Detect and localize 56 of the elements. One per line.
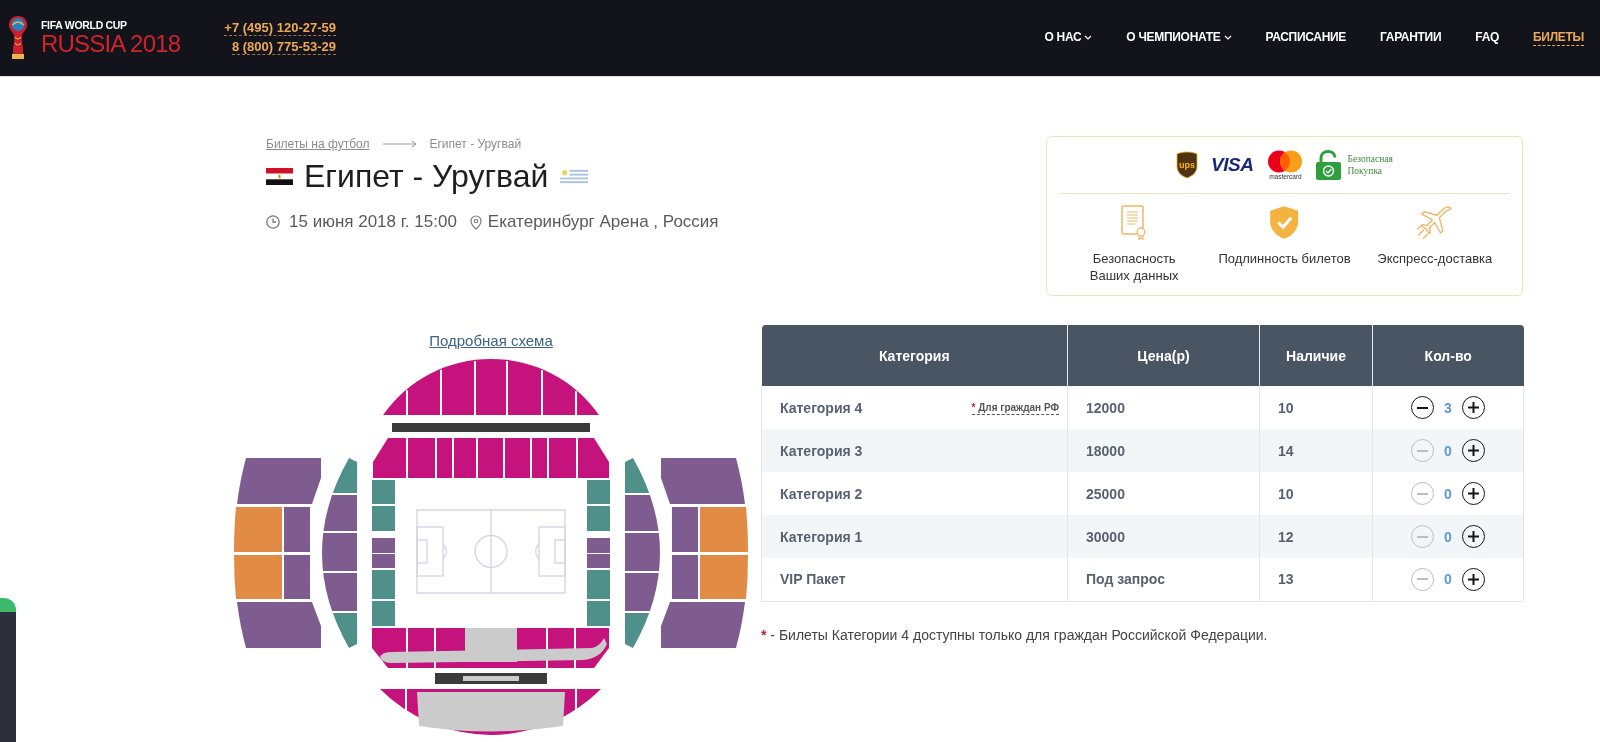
plus-icon — [1468, 488, 1479, 499]
nav-link[interactable]: FAQ — [1475, 30, 1500, 46]
minus-icon — [1417, 406, 1428, 409]
visa-logo: VISA — [1211, 154, 1254, 176]
nav-link[interactable]: РАСПИСАНИЕ — [1265, 30, 1347, 46]
footnote-text: * - Билеты Категории 4 доступны только для граждан Российской Федерации. — [761, 625, 1269, 644]
nav-link[interactable]: О НАС — [1044, 30, 1093, 46]
breadcrumb-current: Египет - Уругвай — [429, 136, 522, 152]
availability-cell: 13 — [1259, 558, 1373, 601]
column-header: Кол-во — [1372, 325, 1524, 386]
secure-purchase-label: Безопасная Покупка — [1347, 153, 1393, 177]
minus-icon — [1417, 492, 1428, 495]
feature-label: Подлинность билетов — [1218, 250, 1351, 267]
clock-icon — [266, 215, 280, 229]
phone-link[interactable]: 8 (800) 775-53-29 — [231, 38, 336, 55]
category-name: Категория 4 — [780, 399, 863, 416]
match-date: 15 июня 2018 г. 15:00 — [289, 212, 457, 232]
ups-logo: ups — [1176, 151, 1199, 179]
certificate-icon — [1121, 205, 1148, 240]
nav-link[interactable]: О ЧЕМПИОНАТЕ — [1126, 30, 1232, 46]
nav-link[interactable]: БИЛЕТЫ — [1533, 30, 1584, 46]
plus-icon — [1468, 402, 1479, 413]
airplane-icon — [1416, 205, 1454, 240]
quantity-value: 0 — [1443, 528, 1453, 545]
match-venue: Екатеринбург Арена , Россия — [487, 212, 719, 232]
minus-icon — [1417, 578, 1428, 581]
quantity-value: 0 — [1443, 442, 1453, 459]
trophy-icon — [8, 15, 28, 59]
flag-icon — [266, 167, 293, 185]
column-header: Наличие — [1259, 325, 1373, 386]
flag-icon — [560, 167, 589, 185]
nav-link[interactable]: ГАРАНТИИ — [1380, 30, 1442, 46]
logo-link[interactable]: FIFA WORLD CUP RUSSIA 2018 — [8, 15, 181, 59]
lock-icon — [1315, 150, 1343, 180]
phone-link[interactable]: +7 (495) 120-27-59 — [224, 19, 336, 36]
price-cell: Под запрос — [1067, 558, 1260, 601]
page-title: Египет - Уругвай — [304, 158, 549, 194]
quantity-value: 0 — [1443, 485, 1453, 502]
quantity-value: 0 — [1443, 571, 1453, 588]
quantity-value: 3 — [1443, 399, 1453, 416]
feature-label: Экспресс-доставка — [1377, 250, 1493, 267]
scheme-link[interactable]: Подробная схема — [429, 332, 553, 349]
column-header: Цена(р) — [1067, 325, 1260, 386]
arrow-right-icon — [383, 140, 418, 148]
minus-icon — [1417, 449, 1428, 452]
side-panel-tab[interactable] — [0, 598, 16, 742]
plus-icon — [1468, 445, 1479, 456]
plus-icon — [1468, 573, 1479, 585]
citizen-note[interactable]: * Для граждан РФ — [971, 400, 1059, 415]
category-cell: VIP Пакет — [761, 558, 1068, 601]
plus-icon — [1468, 531, 1479, 542]
shield-check-icon — [1269, 205, 1300, 240]
feature-label: Безопасность Ваших данных — [1088, 250, 1180, 284]
map-pin-icon — [469, 214, 482, 230]
minus-icon — [1417, 535, 1428, 538]
column-header: Категория — [761, 325, 1068, 386]
